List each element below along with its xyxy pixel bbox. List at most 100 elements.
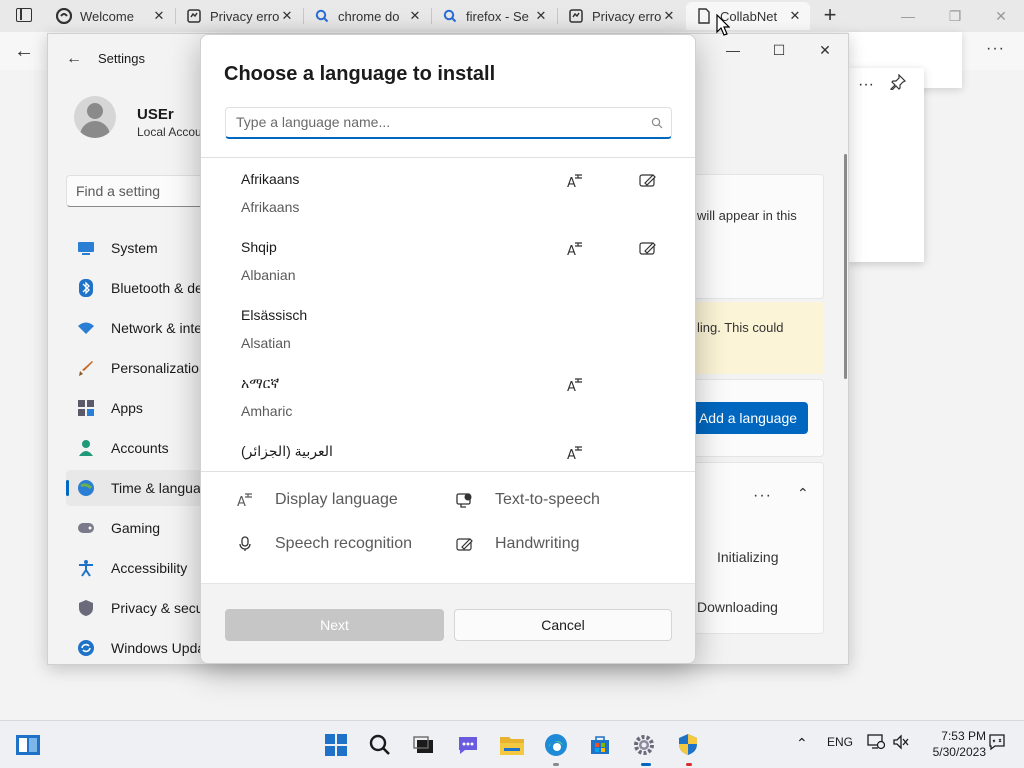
settings-close-button[interactable]: ✕ [810,42,840,59]
nav-item-bluetooth[interactable]: Bluetooth & de [66,270,216,306]
tab-privacy-error-1[interactable]: Privacy erro ✕ [176,2,302,30]
file-explorer-icon[interactable] [498,731,526,759]
collapse-chevron-icon[interactable]: ⌃ [797,485,809,502]
notification-center-icon[interactable] [988,733,1006,754]
tab-firefox-search[interactable]: firefox - Se ✕ [432,2,556,30]
tab-chrome-search[interactable]: chrome do ✕ [304,2,430,30]
search-icon [442,8,458,24]
add-language-button[interactable]: Add a language [688,402,808,434]
clock-date: 5/30/2023 [932,745,986,759]
nav-label: System [111,240,158,256]
nav-label: Network & inte [111,320,203,336]
settings-minimize-button[interactable]: — [718,42,748,58]
language-item-afrikaans[interactable]: Afrikaans Afrikaans A [201,159,695,227]
panel-more-icon[interactable]: ··· [858,76,874,94]
nav-label: Accounts [111,440,169,456]
legend-text-to-speech: Text-to-speech [455,491,600,509]
browser-more-button[interactable]: ··· [986,40,1005,58]
language-search-input[interactable] [236,108,636,136]
close-window-button[interactable]: ✕ [986,4,1016,28]
language-search-box[interactable] [225,107,672,139]
minimize-button[interactable]: — [893,4,923,28]
legend-label: Display language [275,491,398,508]
security-shield-icon[interactable] [674,731,702,759]
nav-item-system[interactable]: System [66,230,216,266]
nav-item-personalization[interactable]: Personalization [66,350,216,386]
language-item-amharic[interactable]: አማርኛ Amharic A [201,363,695,431]
avatar[interactable] [74,96,116,138]
time-language-icon [76,478,96,498]
mouse-cursor-icon [716,14,730,36]
browser-tab-strip: Welcome ✕ Privacy erro ✕ chrome do ✕ fir… [0,0,1024,32]
tab-actions-icon[interactable] [16,8,32,22]
search-icon[interactable] [366,731,394,759]
language-item-alsatian[interactable]: Elsässisch Alsatian [201,295,695,363]
new-tab-button[interactable]: + [818,2,842,28]
close-tab-icon[interactable]: ✕ [660,7,678,25]
nav-item-privacy[interactable]: Privacy & secu [66,590,216,626]
legend-handwriting: Handwriting [455,535,579,553]
settings-gear-icon[interactable] [630,731,658,759]
language-more-button[interactable]: ··· [753,487,772,505]
initializing-status: Initializing [717,549,779,565]
restore-button[interactable]: ❐ [940,4,970,28]
nav-item-gaming[interactable]: Gaming [66,510,216,546]
dialog-title: Choose a language to install [224,63,496,85]
language-english-name: Amharic [241,403,293,419]
close-tab-icon[interactable]: ✕ [406,7,424,25]
search-icon [314,8,330,24]
task-view-icon[interactable] [14,731,42,759]
svg-text:A: A [567,244,576,257]
privacy-error-icon [186,8,202,24]
chat-icon[interactable] [454,731,482,759]
user-account-type: Local Accou [137,125,202,139]
user-name: USEr [137,106,174,123]
divider [201,471,695,472]
language-english-name: Albanian [241,267,296,283]
tab-collabnet[interactable]: CollabNet ✕ [686,2,810,30]
settings-back-button[interactable]: ← [66,50,82,68]
close-tab-icon[interactable]: ✕ [150,7,168,25]
nav-item-windows-update[interactable]: Windows Upda [66,630,216,664]
nav-label: Gaming [111,520,161,536]
close-tab-icon[interactable]: ✕ [786,7,804,25]
language-native-name: አማርኛ [241,375,280,391]
system-clock[interactable]: 7:53 PM 5/30/2023 [920,728,986,760]
legend-display-language: A Display language [235,491,398,509]
settings-scrollbar[interactable] [844,154,847,379]
svg-text:A: A [567,380,576,393]
nav-item-accounts[interactable]: Accounts [66,430,216,466]
start-button[interactable] [322,731,350,759]
nav-item-time-language[interactable]: Time & langua [66,470,216,506]
tab-welcome[interactable]: Welcome ✕ [46,2,174,30]
tab-privacy-error-2[interactable]: Privacy erro ✕ [558,2,684,30]
next-button[interactable]: Next [225,609,444,641]
task-view-button[interactable] [410,731,438,759]
downloading-status: Downloading [697,599,778,615]
edge-browser-icon[interactable] [542,731,570,759]
store-icon[interactable] [586,731,614,759]
cancel-button[interactable]: Cancel [454,609,672,641]
language-native-name: Afrikaans [241,171,300,187]
volume-muted-icon[interactable] [892,734,910,753]
show-hidden-icons-button[interactable]: ⌃ [796,735,808,752]
language-native-name: العربية (الجزائر) [241,443,333,459]
close-tab-icon[interactable]: ✕ [532,7,550,25]
nav-item-network[interactable]: Network & inte [66,310,216,346]
language-item-arabic-algeria[interactable]: العربية (الجزائر) A [201,431,695,471]
settings-maximize-button[interactable]: ☐ [764,42,794,59]
nav-item-apps[interactable]: Apps [66,390,216,426]
legend-label: Speech recognition [275,535,412,552]
language-english-name: Afrikaans [241,199,300,215]
network-status-icon[interactable] [867,734,886,753]
display-language-icon: A [235,492,255,508]
handwriting-icon [639,173,657,192]
close-tab-icon[interactable]: ✕ [278,7,296,25]
pin-icon[interactable] [890,73,907,95]
input-language-indicator[interactable]: ENG [827,735,853,749]
nav-label: Time & langua [111,480,201,496]
nav-item-accessibility[interactable]: Accessibility [66,550,216,586]
browser-back-button[interactable]: ← [14,40,34,63]
language-item-albanian[interactable]: Shqip Albanian A [201,227,695,295]
nav-label: Windows Upda [111,640,206,656]
